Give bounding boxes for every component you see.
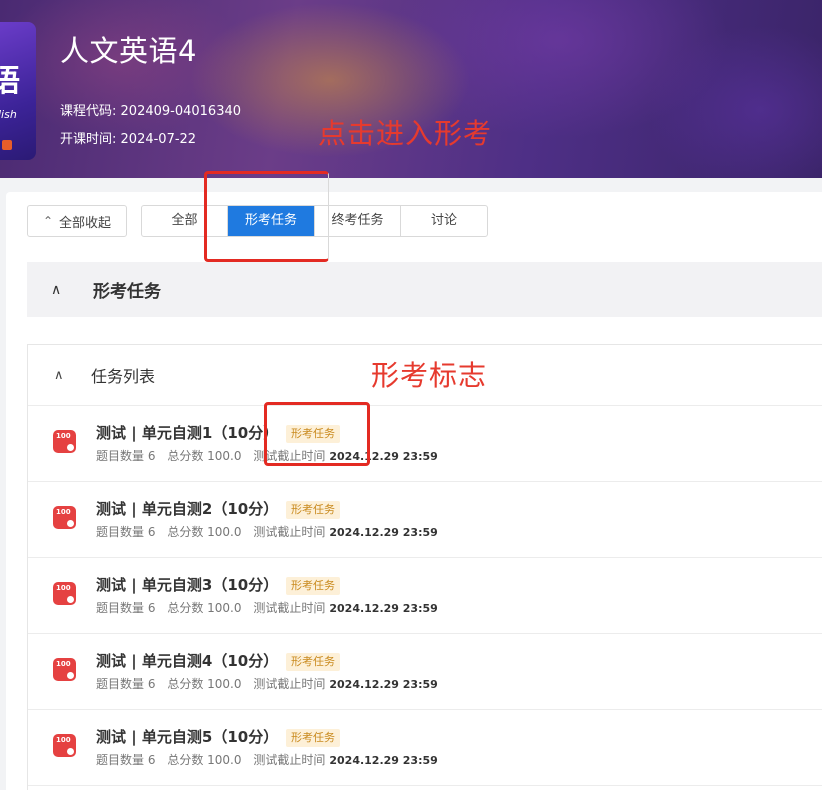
course-title: 人文英语4 — [60, 34, 197, 68]
formative-badge: 形考任务 — [286, 729, 340, 747]
section-title: 形考任务 — [93, 282, 161, 302]
cover-logo-icon — [2, 140, 12, 150]
task-meta: 题目数量 6 总分数 100.0 测试截止时间 2024.12.29 23:59 — [96, 677, 438, 691]
task-meta: 题目数量 6 总分数 100.0 测试截止时间 2024.12.29 23:59 — [96, 601, 438, 615]
annotation-mark-hint: 形考标志 — [371, 359, 488, 392]
quiz-score-icon: 100 — [53, 506, 76, 529]
task-title[interactable]: 测试 | 单元自测3（10分） — [96, 574, 278, 595]
collapse-all-label: 全部收起 — [59, 215, 112, 231]
course-cover-image: 语 lish — [0, 22, 36, 160]
annotation-highlight-tab — [204, 171, 329, 262]
task-title[interactable]: 测试 | 单元自测5（10分） — [96, 726, 278, 747]
start-date-label: 开课时间: — [60, 132, 117, 147]
task-list-panel: ∧ 任务列表 100 测试 | 单元自测1（10分） 形考任务 题目数量 6 总… — [27, 344, 822, 790]
cover-subtext: lish — [0, 108, 17, 121]
task-list-title: 任务列表 — [91, 367, 156, 386]
annotation-enter-hint: 点击进入形考 — [318, 117, 493, 150]
formative-badge: 形考任务 — [286, 653, 340, 671]
task-meta: 题目数量 6 总分数 100.0 测试截止时间 2024.12.29 23:59 — [96, 753, 438, 767]
course-start-date: 开课时间: 2024-07-22 — [60, 128, 196, 147]
task-row[interactable]: 100 测试 | 单元自测2（10分） 形考任务 题目数量 6 总分数 100.… — [28, 482, 822, 558]
course-code-value: 202409-04016340 — [120, 104, 242, 119]
task-row[interactable]: 100 测试 | 单元自测1（10分） 形考任务 题目数量 6 总分数 100.… — [28, 406, 822, 482]
collapse-all-button[interactable]: ⌃ 全部收起 — [27, 205, 127, 237]
course-banner: 语 lish 人文英语4 课程代码: 202409-04016340 开课时间:… — [0, 0, 822, 178]
quiz-score-icon: 100 — [53, 734, 76, 757]
cover-text: 语 — [0, 64, 20, 99]
task-row[interactable]: 100 测试 | 单元自测5（10分） 形考任务 题目数量 6 总分数 100.… — [28, 710, 822, 786]
course-code: 课程代码: 202409-04016340 — [60, 100, 241, 119]
formative-badge: 形考任务 — [286, 577, 340, 595]
quiz-score-icon: 100 — [53, 582, 76, 605]
chevron-up-icon: ∧ — [51, 281, 62, 298]
section-header-formative[interactable]: ∧ 形考任务 — [27, 262, 822, 317]
quiz-score-icon: 100 — [53, 658, 76, 681]
quiz-score-icon: 100 — [53, 430, 76, 453]
task-row[interactable]: 100 测试 | 单元自测4（10分） 形考任务 题目数量 6 总分数 100.… — [28, 634, 822, 710]
start-date-value: 2024-07-22 — [120, 132, 197, 147]
task-row[interactable]: 100 测试 | 单元自测3（10分） 形考任务 题目数量 6 总分数 100.… — [28, 558, 822, 634]
task-title[interactable]: 测试 | 单元自测1（10分） — [96, 422, 278, 443]
course-code-label: 课程代码: — [60, 104, 117, 119]
task-title[interactable]: 测试 | 单元自测4（10分） — [96, 650, 278, 671]
task-meta: 题目数量 6 总分数 100.0 测试截止时间 2024.12.29 23:59 — [96, 525, 438, 539]
double-chevron-up-icon: ⌃ — [42, 214, 54, 228]
chevron-up-icon: ∧ — [54, 367, 64, 383]
task-title[interactable]: 测试 | 单元自测2（10分） — [96, 498, 278, 519]
annotation-highlight-badge — [264, 402, 370, 466]
formative-badge: 形考任务 — [286, 501, 340, 519]
tab-discussion[interactable]: 讨论 — [401, 206, 487, 236]
